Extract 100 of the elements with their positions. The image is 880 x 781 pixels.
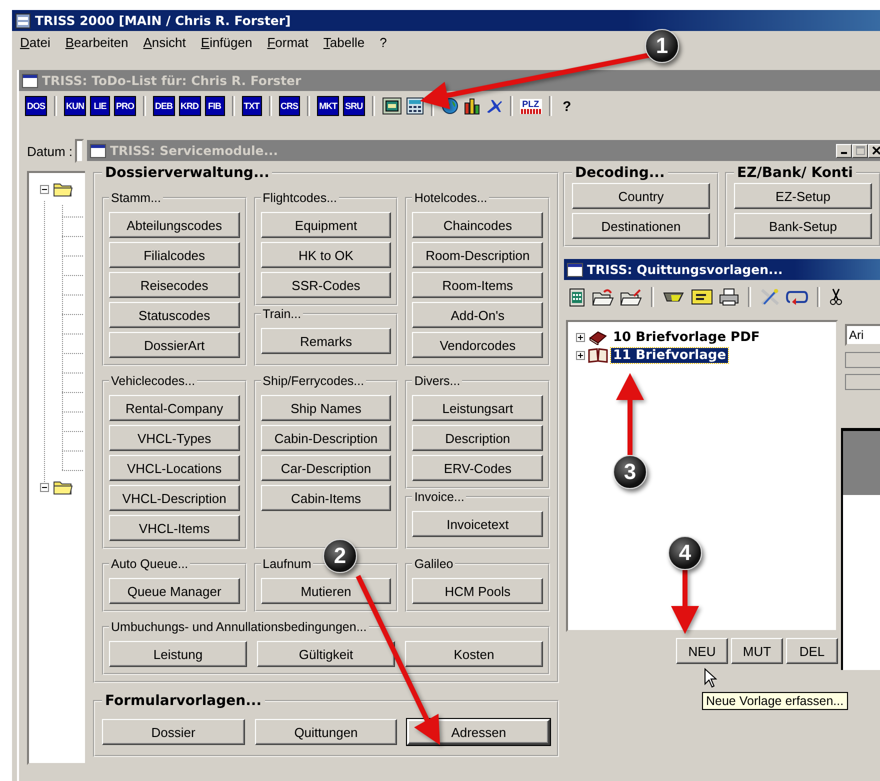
- toolbar-button[interactable]: TXT: [242, 96, 262, 116]
- collapse-icon[interactable]: [40, 185, 49, 194]
- group-title: Invoice...: [413, 490, 466, 504]
- module-button[interactable]: EZ-Setup: [734, 183, 872, 209]
- action-button[interactable]: MUT: [731, 638, 783, 664]
- module-button[interactable]: Reisecodes: [109, 272, 240, 298]
- calculator-icon[interactable]: [406, 97, 424, 115]
- module-button[interactable]: Remarks: [260, 328, 392, 354]
- toolbar-button[interactable]: MKT: [317, 96, 340, 116]
- module-button[interactable]: HK to OK: [260, 242, 392, 268]
- group-title: Galileo: [413, 557, 454, 571]
- module-button[interactable]: VHCL-Description: [109, 485, 240, 511]
- module-button[interactable]: Leistung: [109, 641, 247, 667]
- wand-icon[interactable]: [760, 288, 780, 306]
- menu-item[interactable]: Tabelle: [323, 35, 365, 53]
- annotation-arrow: [671, 570, 699, 634]
- menu-item[interactable]: ?: [380, 35, 387, 53]
- folder-icon[interactable]: [53, 479, 73, 495]
- open-book-icon: [588, 347, 608, 363]
- fax-icon[interactable]: [568, 287, 586, 307]
- collapse-icon[interactable]: [40, 483, 49, 492]
- module-button[interactable]: Room-Description: [412, 242, 543, 268]
- module-button[interactable]: Cabin-Items: [260, 485, 392, 511]
- module-button[interactable]: Vendorcodes: [412, 332, 543, 358]
- group-title: Hotelcodes...: [413, 191, 488, 205]
- module-button[interactable]: VHCL-Locations: [109, 455, 240, 481]
- menu-item[interactable]: Ansicht: [143, 35, 186, 53]
- toolbar-button[interactable]: FIB: [204, 96, 225, 116]
- tooltip: Neue Vorlage erfassen...: [702, 692, 848, 710]
- module-button[interactable]: VHCL-Types: [109, 425, 240, 451]
- module-button[interactable]: VHCL-Items: [109, 515, 240, 541]
- toolbar-button[interactable]: DEB: [153, 96, 175, 116]
- form-template-button[interactable]: Quittungen: [254, 719, 398, 745]
- group-title: Ship/Ferrycodes...: [262, 374, 366, 388]
- module-button[interactable]: Mutieren: [260, 578, 392, 604]
- module-button[interactable]: Car-Description: [260, 455, 392, 481]
- module-button[interactable]: Bank-Setup: [734, 213, 872, 239]
- postcode-button[interactable]: PLZ: [520, 98, 542, 114]
- card-icon[interactable]: [691, 289, 713, 305]
- open-folder-icon[interactable]: [620, 288, 642, 306]
- date-field[interactable]: [74, 139, 84, 163]
- module-button[interactable]: Destinationen: [572, 213, 710, 239]
- module-button[interactable]: Abteilungscodes: [109, 212, 240, 238]
- module-button[interactable]: Rental-Company: [109, 395, 240, 421]
- tree-item[interactable]: 10 Briefvorlage PDF: [611, 330, 762, 344]
- module-button[interactable]: ERV-Codes: [412, 455, 543, 481]
- scissors-icon[interactable]: [829, 288, 843, 306]
- module-button[interactable]: DossierArt: [109, 332, 240, 358]
- close-icon: [872, 146, 880, 155]
- module-button[interactable]: Statuscodes: [109, 302, 240, 328]
- module-button[interactable]: Leistungsart: [412, 395, 543, 421]
- window-icon: [22, 74, 38, 88]
- toolbar-button[interactable]: LIE: [90, 96, 110, 116]
- expand-icon[interactable]: [576, 332, 585, 342]
- group-title: Flightcodes...: [262, 191, 338, 205]
- toolbar-button[interactable]: DOS: [25, 96, 48, 116]
- module-button[interactable]: Cabin-Description: [260, 425, 392, 451]
- menu-item[interactable]: Bearbeiten: [65, 35, 128, 53]
- expand-icon[interactable]: [576, 350, 585, 360]
- toolbar-button[interactable]: KUN: [64, 96, 86, 116]
- module-button[interactable]: Filialcodes: [109, 242, 240, 268]
- tree-item[interactable]: 11 Briefvorlage: [611, 348, 728, 362]
- loop-arrow-icon[interactable]: [786, 289, 808, 305]
- app-icon: [15, 12, 31, 28]
- action-button[interactable]: DEL: [786, 638, 838, 664]
- printer-icon[interactable]: [719, 288, 739, 306]
- menu-item[interactable]: Datei: [20, 35, 50, 53]
- module-button[interactable]: Queue Manager: [109, 578, 240, 604]
- module-button[interactable]: Description: [412, 425, 543, 451]
- form-template-button[interactable]: Adressen: [407, 719, 550, 745]
- group-title: Formularvorlagen...: [104, 693, 263, 709]
- toolbar-button[interactable]: KRD: [178, 96, 201, 116]
- module-button[interactable]: Gültigkeit: [257, 641, 395, 667]
- toolbar-button[interactable]: PRO: [114, 96, 136, 116]
- form-template-button[interactable]: Dossier: [102, 719, 245, 745]
- help-button[interactable]: ?: [558, 98, 576, 114]
- module-button[interactable]: Kosten: [405, 641, 543, 667]
- module-button[interactable]: Ship Names: [260, 395, 392, 421]
- toolbar-button[interactable]: CRS: [278, 96, 300, 116]
- open-folder-icon[interactable]: [592, 288, 614, 306]
- module-button[interactable]: Room-Items: [412, 272, 543, 298]
- monitor-icon[interactable]: [382, 97, 402, 115]
- group-title: Laufnum: [262, 557, 312, 571]
- date-label: Datum :: [27, 144, 73, 158]
- module-button[interactable]: Equipment: [260, 212, 392, 238]
- bar-chart-icon[interactable]: [462, 97, 481, 115]
- module-button[interactable]: Add-On's: [412, 302, 543, 328]
- module-button[interactable]: Country: [572, 183, 710, 209]
- module-button[interactable]: HCM Pools: [412, 578, 543, 604]
- menu-item[interactable]: Einfügen: [200, 35, 252, 53]
- module-button[interactable]: Invoicetext: [412, 511, 543, 537]
- module-button[interactable]: SSR-Codes: [260, 272, 392, 298]
- window-icon: [567, 262, 583, 276]
- group-title: Stamm...: [110, 191, 162, 205]
- module-button[interactable]: Chaincodes: [412, 212, 543, 238]
- toolbar-button[interactable]: SRU: [343, 96, 365, 116]
- menu-item[interactable]: Format: [267, 35, 308, 53]
- folder-icon[interactable]: [53, 181, 73, 197]
- font-field[interactable]: Ari: [845, 324, 880, 346]
- action-button[interactable]: NEU: [676, 638, 728, 664]
